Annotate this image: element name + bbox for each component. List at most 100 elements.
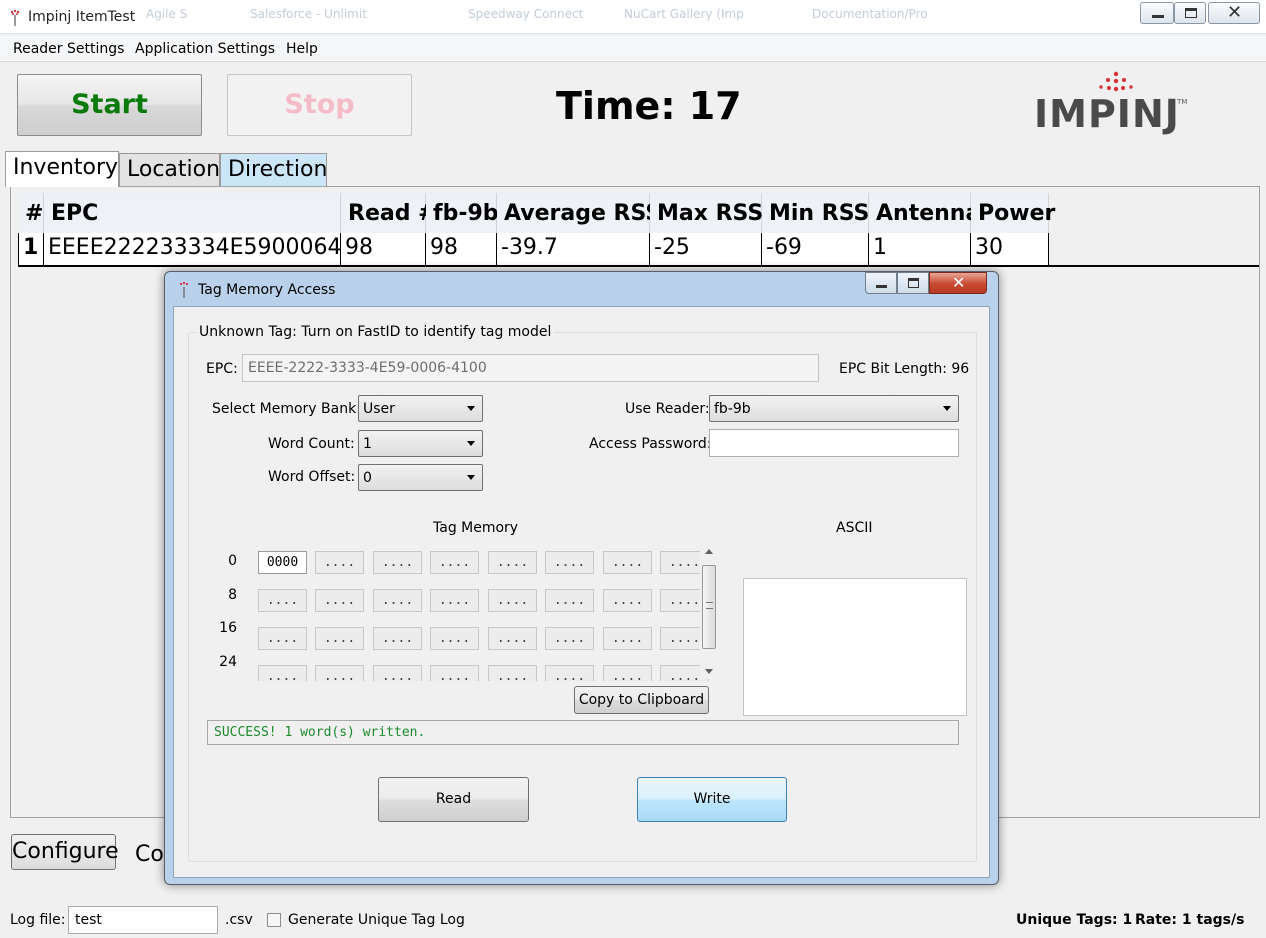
stop-button[interactable]: Stop (227, 74, 412, 136)
chevron-down-icon (943, 406, 951, 411)
memory-word-cell[interactable]: .... (315, 551, 364, 574)
word-offset-value: 0 (363, 470, 372, 486)
tab-location[interactable]: Location (119, 153, 220, 186)
use-reader-select[interactable]: fb-9b (709, 395, 959, 422)
memory-bank-select[interactable]: User (358, 395, 483, 422)
memory-word-cell[interactable]: .... (545, 627, 594, 650)
log-file-extension: .csv (225, 912, 253, 928)
menu-bar: Reader Settings Application Settings Hel… (0, 36, 1266, 62)
memory-word-cell[interactable]: .... (603, 551, 652, 574)
table-cell-antenna[interactable]: 1 (869, 233, 971, 266)
column-header-average-rssi[interactable]: Average RSSI (497, 193, 669, 233)
unique-tag-log-checkbox[interactable] (267, 913, 281, 927)
table-cell-power[interactable]: 30 (971, 233, 1049, 266)
impinj-logo: IMPINJ TM (1034, 70, 1194, 136)
memory-word-cell[interactable]: .... (488, 551, 537, 574)
window-titlebar: Impinj ItemTest Agile S Salesforce - Unl… (0, 0, 1266, 34)
column-header-max-rssi[interactable]: Max RSSI (650, 193, 771, 233)
dialog-minimize-button[interactable] (865, 272, 897, 294)
configure-button[interactable]: Configure (11, 834, 119, 870)
copy-to-clipboard-button[interactable]: Copy to Clipboard (574, 686, 709, 714)
dialog-maximize-button[interactable] (897, 272, 929, 294)
memory-word-cell[interactable]: .... (430, 589, 479, 612)
table-cell-read-count[interactable]: 98 (341, 233, 426, 266)
memory-scrollbar[interactable] (700, 545, 718, 679)
table-cell-epc[interactable]: EEEE222233334E5900064100 (44, 233, 383, 266)
memory-word-cell[interactable]: .... (603, 589, 652, 612)
memory-word-cell[interactable]: .... (545, 665, 594, 681)
ascii-textbox[interactable] (743, 578, 967, 716)
memory-word-cell[interactable]: .... (315, 627, 364, 650)
table-cell-index[interactable]: 1 (18, 233, 44, 266)
maximize-button[interactable] (1174, 2, 1206, 24)
logo-trademark: TM (1177, 98, 1188, 106)
word-count-label: Word Count: (268, 436, 355, 452)
chevron-down-icon (467, 441, 475, 446)
group-title: Unknown Tag: Turn on FastID to identify … (196, 324, 555, 340)
logo-wordmark: IMPINJ (1034, 92, 1180, 136)
tab-direction[interactable]: Direction (220, 153, 327, 186)
memory-word-cell[interactable]: .... (258, 665, 307, 681)
column-header-epc[interactable]: EPC (44, 193, 341, 233)
word-offset-select[interactable]: 0 (358, 464, 483, 491)
memory-word-cell[interactable]: .... (488, 589, 537, 612)
memory-word-cell[interactable]: .... (373, 627, 422, 650)
memory-word-cell[interactable]: .... (430, 551, 479, 574)
table-cell-min-rssi[interactable]: -69 (762, 233, 869, 266)
write-button[interactable]: Write (637, 777, 787, 822)
memory-word-cell[interactable]: .... (373, 551, 422, 574)
window-title: Impinj ItemTest (28, 9, 136, 25)
memory-word-cell[interactable]: .... (545, 589, 594, 612)
tab-inventory[interactable]: Inventory (5, 151, 119, 187)
dialog-app-icon (179, 281, 189, 298)
table-cell-max-rssi[interactable]: -25 (650, 233, 762, 266)
scroll-up-icon[interactable] (705, 549, 713, 554)
scrollbar-thumb[interactable] (702, 565, 716, 649)
memory-word-cell[interactable]: .... (430, 627, 479, 650)
background-tab-label: Agile S (146, 7, 188, 21)
memory-word-cell[interactable]: .... (315, 665, 364, 681)
read-rate: Rate: 1 tags/s (1135, 912, 1245, 928)
grip-icon (706, 602, 713, 609)
epc-field[interactable]: EEEE-2222-3333-4E59-0006-4100 (242, 354, 819, 382)
epc-bit-length: EPC Bit Length: 96 (839, 361, 970, 377)
log-file-input[interactable]: test (68, 906, 218, 934)
column-header-read-count[interactable]: Read # (341, 193, 437, 233)
column-header-power[interactable]: Power (971, 193, 1055, 233)
memory-word-cell[interactable]: .... (488, 627, 537, 650)
memory-word-cell[interactable]: .... (258, 627, 307, 650)
column-header-min-rssi[interactable]: Min RSSI (762, 193, 878, 233)
access-password-label: Access Password: (589, 436, 712, 452)
menu-help[interactable]: Help (286, 41, 318, 57)
menu-reader-settings[interactable]: Reader Settings (13, 41, 124, 57)
memory-word-cell[interactable]: .... (603, 665, 652, 681)
unique-tags-count: Unique Tags: 1 (1016, 912, 1133, 928)
column-header-antenna[interactable]: Antenna (869, 193, 980, 233)
minimize-button[interactable] (1140, 2, 1174, 24)
memory-word-cell[interactable]: .... (430, 665, 479, 681)
table-cell-average-rssi[interactable]: -39.7 (497, 233, 650, 266)
word-count-select[interactable]: 1 (358, 430, 483, 457)
memory-word-cell[interactable]: .... (488, 665, 537, 681)
memory-word-cell[interactable]: .... (373, 589, 422, 612)
scroll-down-icon[interactable] (705, 669, 713, 674)
memory-word-cell[interactable]: .... (258, 589, 307, 612)
column-header-reader[interactable]: fb-9b (426, 193, 499, 233)
memory-word-cell[interactable]: .... (315, 589, 364, 612)
memory-word-cell[interactable]: .... (603, 627, 652, 650)
log-file-label: Log file: (10, 912, 66, 928)
access-password-input[interactable] (709, 429, 959, 457)
column-header-index[interactable]: # (18, 193, 44, 233)
table-cell-reader[interactable]: 98 (426, 233, 497, 266)
memory-word-cell[interactable]: .... (545, 551, 594, 574)
status-message: SUCCESS! 1 word(s) written. (207, 720, 959, 745)
memory-word-cell[interactable]: 0000 (258, 551, 307, 574)
memory-offset-label: 8 (228, 587, 237, 603)
read-button[interactable]: Read (378, 777, 529, 822)
dialog-close-button[interactable]: ✕ (929, 272, 987, 294)
memory-word-cell[interactable]: .... (373, 665, 422, 681)
close-button[interactable]: ✕ (1208, 2, 1260, 24)
menu-application-settings[interactable]: Application Settings (135, 41, 275, 57)
word-count-value: 1 (363, 436, 372, 452)
start-button[interactable]: Start (17, 74, 202, 136)
